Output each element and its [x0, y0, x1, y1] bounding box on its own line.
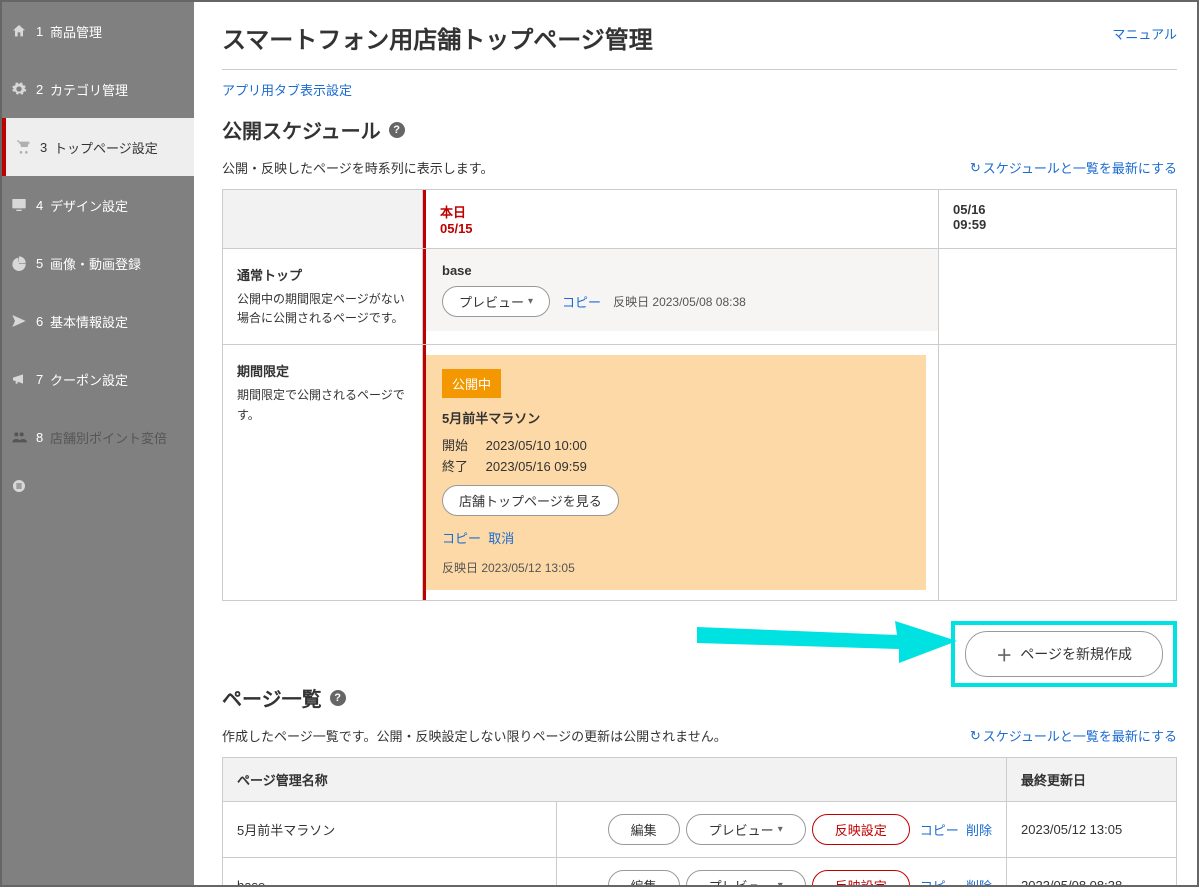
sidebar-item-label: カテゴリ管理: [50, 80, 186, 99]
sidebar-item-points[interactable]: 8 店舗別ポイント変倍: [2, 408, 194, 466]
preview-button[interactable]: プレビュー: [442, 286, 550, 317]
plus-icon: ＋: [996, 642, 1012, 666]
copy-link[interactable]: コピー: [442, 531, 481, 546]
copy-link[interactable]: コピー: [920, 879, 959, 885]
sidebar-item-categories[interactable]: 2 カテゴリ管理: [2, 60, 194, 118]
delete-link[interactable]: 削除: [966, 823, 992, 838]
limited-desc: 期間限定で公開されるページです。: [237, 386, 408, 424]
table-row: 5月前半マラソン 編集プレビュー反映設定コピー 削除 2023/05/12 13:0…: [223, 802, 1177, 858]
refresh-schedule-link[interactable]: スケジュールと一覧を最新にする: [970, 158, 1177, 177]
help-icon[interactable]: ?: [389, 122, 405, 138]
reflect-settings-button[interactable]: 反映設定: [812, 870, 910, 885]
publish-badge: 公開中: [442, 369, 501, 398]
cancel-link[interactable]: 取消: [488, 531, 514, 546]
main-content: スマートフォン用店舗トップページ管理 マニュアル アプリ用タブ表示設定 公開スケ…: [194, 2, 1197, 885]
sidebar-item-label: クーポン設定: [50, 370, 186, 389]
today-label: 本日: [440, 202, 924, 221]
sidebar-item-coupon[interactable]: 7 クーポン設定: [2, 350, 194, 408]
refresh-pagelist-link[interactable]: スケジュールと一覧を最新にする: [970, 726, 1177, 745]
limited-title: 期間限定: [237, 361, 408, 380]
page-list-table: ページ管理名称 最終更新日 5月前半マラソン編集プレビュー反映設定コピー 削除2…: [222, 757, 1177, 885]
campaign-card: 公開中 5月前半マラソン 開始 2023/05/10 10:00 終了 2023…: [426, 355, 926, 590]
section-pagelist-title: ページ一覧 ?: [222, 683, 346, 712]
normal-top-title: 通常トップ: [237, 265, 408, 284]
col-date: 最終更新日: [1007, 758, 1177, 802]
copy-link[interactable]: コピー: [920, 823, 959, 838]
sidebar-item-label: 商品管理: [50, 22, 186, 41]
copy-link[interactable]: コピー: [562, 292, 601, 311]
schedule-table: 本日 05/15 05/16 09:59 通常トップ 公開中の期間限定ページがな…: [222, 189, 1177, 601]
today-date: 05/15: [440, 221, 924, 236]
edit-button[interactable]: 編集: [608, 870, 680, 885]
base-page-name: base: [442, 263, 922, 278]
sidebar-item-products[interactable]: 1 商品管理: [2, 2, 194, 60]
page-title: スマートフォン用店舗トップページ管理: [222, 20, 653, 55]
sidebar-item-media[interactable]: 5 画像・動画登録: [2, 234, 194, 292]
schedule-desc: 公開・反映したページを時系列に表示します。: [222, 158, 493, 177]
users-icon: [2, 429, 36, 445]
campaign-name: 5月前半マラソン: [442, 408, 910, 427]
manual-link[interactable]: マニュアル: [1112, 24, 1177, 43]
sidebar: 1 商品管理 2 カテゴリ管理 3 トップページ設定 4 デザイン設定 5 画像…: [2, 2, 194, 885]
row-date: 2023/05/08 08:38: [1007, 858, 1177, 885]
preview-button[interactable]: プレビュー: [686, 870, 806, 885]
row-name: 5月前半マラソン: [223, 802, 557, 858]
gear-icon: [2, 81, 36, 97]
divider: [222, 69, 1177, 70]
pie-chart-icon: [2, 255, 36, 271]
monitor-icon: [2, 197, 36, 213]
sidebar-item-design[interactable]: 4 デザイン設定: [2, 176, 194, 234]
send-icon: [2, 313, 36, 329]
sidebar-item-label: 画像・動画登録: [50, 254, 186, 273]
cart-icon: [6, 139, 40, 155]
reflect-date: 反映日 2023/05/08 08:38: [613, 293, 746, 310]
view-shop-top-button[interactable]: 店舗トップページを見る: [442, 485, 619, 516]
reflect-date: 反映日 2023/05/12 13:05: [442, 559, 910, 576]
sidebar-item-basicinfo[interactable]: 6 基本情報設定: [2, 292, 194, 350]
col-name: ページ管理名称: [223, 758, 1007, 802]
edit-button[interactable]: 編集: [608, 814, 680, 845]
section-schedule-title: 公開スケジュール ?: [222, 115, 1177, 144]
sidebar-item-label: デザイン設定: [50, 196, 186, 215]
help-icon[interactable]: ?: [330, 690, 346, 706]
pagelist-desc: 作成したページ一覧です。公開・反映設定しない限りページの更新は公開されません。: [222, 726, 727, 745]
next-date: 05/16: [953, 202, 1162, 217]
app-tab-settings-link[interactable]: アプリ用タブ表示設定: [222, 83, 352, 98]
list-icon[interactable]: [2, 466, 36, 506]
reflect-settings-button[interactable]: 反映設定: [812, 814, 910, 845]
megaphone-icon: [2, 371, 36, 387]
sidebar-item-label: 店舗別ポイント変倍: [50, 428, 186, 447]
row-name: base: [223, 858, 557, 885]
create-new-page-button[interactable]: ＋ ページを新規作成: [965, 631, 1163, 677]
home-icon: [2, 23, 36, 39]
callout-arrow-icon: [697, 609, 957, 665]
preview-button[interactable]: プレビュー: [686, 814, 806, 845]
next-time: 09:59: [953, 217, 1162, 232]
sidebar-item-toppage[interactable]: 3 トップページ設定: [2, 118, 194, 176]
row-date: 2023/05/12 13:05: [1007, 802, 1177, 858]
base-page-card: base プレビュー コピー 反映日 2023/05/08 08:38: [426, 249, 938, 331]
normal-top-desc: 公開中の期間限定ページがない場合に公開されるページです。: [237, 290, 408, 328]
delete-link[interactable]: 削除: [966, 879, 992, 885]
table-row: base 編集プレビュー反映設定コピー 削除 2023/05/08 08:38: [223, 858, 1177, 885]
sidebar-item-label: トップページ設定: [54, 138, 186, 157]
sidebar-item-label: 基本情報設定: [50, 312, 186, 331]
callout-highlight-box: ＋ ページを新規作成: [951, 621, 1177, 687]
